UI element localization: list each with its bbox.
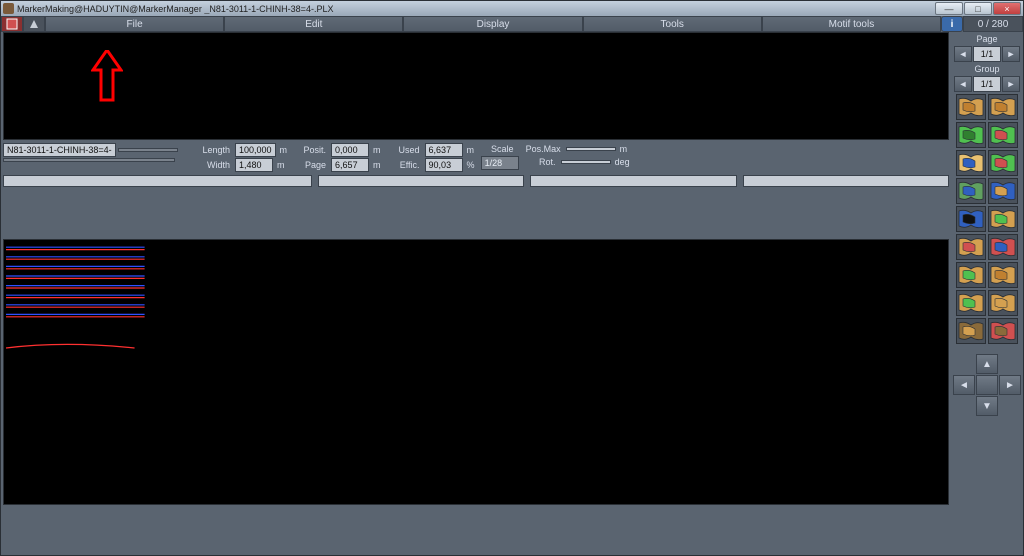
marker-name-suffix	[118, 148, 178, 152]
select-icon[interactable]	[956, 318, 986, 344]
dpad-center[interactable]	[976, 375, 998, 395]
marker-desc[interactable]	[3, 158, 175, 162]
menu-bar: File Edit Display Tools Motif tools i 0 …	[1, 16, 1023, 32]
effic-value: 90,03	[425, 158, 463, 172]
toolbar-icon-2[interactable]	[23, 16, 45, 32]
page-prev-button[interactable]: ◄	[954, 46, 972, 62]
status-bar-4	[743, 175, 949, 187]
page-next-button[interactable]: ►	[1002, 46, 1020, 62]
rot-unit: deg	[613, 156, 632, 168]
menu-edit[interactable]: Edit	[224, 16, 403, 32]
zoomfit-icon[interactable]	[988, 178, 1018, 204]
pagelen-value[interactable]: 6,657	[331, 158, 369, 172]
pagelen-unit: m	[371, 159, 383, 171]
right-sidebar: Page ◄ 1/1 ► Group ◄ 1/1 ► ▲ ◄ ► ▼	[951, 32, 1023, 555]
pan-icon[interactable]	[956, 122, 986, 148]
menu-file[interactable]: File	[45, 16, 224, 32]
marker-name: N81-3011-1-CHINH-38=4-	[3, 143, 116, 157]
used-label: Used	[387, 144, 423, 156]
pieces2-icon[interactable]	[988, 290, 1018, 316]
info-panel: N81-3011-1-CHINH-38=4- Length100,000m Wi…	[3, 142, 949, 173]
posmax-label: Pos.Max	[523, 143, 564, 155]
window-titlebar[interactable]: MarkerMaking@HADUYTIN@MarkerManager _N81…	[1, 1, 1023, 16]
move-icon[interactable]	[988, 122, 1018, 148]
group-prev-button[interactable]: ◄	[954, 76, 972, 92]
pieces-icon[interactable]	[956, 290, 986, 316]
info-icon[interactable]: i	[941, 16, 963, 32]
tool-palette	[956, 94, 1018, 344]
dpad-down[interactable]: ▼	[976, 396, 998, 416]
page-indicator: 1/1	[973, 46, 1001, 62]
posmax-value[interactable]	[566, 147, 616, 151]
status-bar-2	[318, 175, 524, 187]
group-indicator: 1/1	[973, 76, 1001, 92]
group-nav-label: Group	[974, 64, 999, 74]
flip-icon[interactable]	[988, 206, 1018, 232]
piece-counter: 0 / 280	[963, 16, 1023, 32]
used-unit: m	[465, 144, 477, 156]
used-value: 6,637	[425, 143, 463, 157]
rot-label: Rot.	[523, 156, 559, 168]
group-next-button[interactable]: ►	[1002, 76, 1020, 92]
dpad-left[interactable]: ◄	[953, 375, 975, 395]
overview-viewport[interactable]	[3, 32, 949, 140]
menu-motif-tools[interactable]: Motif tools	[762, 16, 941, 32]
menu-tools[interactable]: Tools	[583, 16, 762, 32]
menu-display[interactable]: Display	[403, 16, 582, 32]
align-icon[interactable]	[956, 234, 986, 260]
effic-unit: %	[465, 159, 477, 171]
page-nav-label: Page	[976, 34, 997, 44]
dpad-up[interactable]: ▲	[976, 354, 998, 374]
dpad-right[interactable]: ►	[999, 375, 1021, 395]
maximize-button[interactable]: □	[964, 2, 992, 15]
posit-label: Posit.	[293, 144, 329, 156]
status-bar-1	[3, 175, 312, 187]
scale-label: Scale	[481, 143, 517, 155]
posit-unit: m	[371, 144, 383, 156]
posit-value[interactable]: 0,000	[331, 143, 369, 157]
zoom-icon[interactable]	[956, 178, 986, 204]
swap-icon[interactable]	[988, 150, 1018, 176]
app-icon	[3, 3, 14, 14]
rotate-icon[interactable]	[956, 262, 986, 288]
rot-value[interactable]	[561, 160, 611, 164]
effic-label: Effic.	[387, 159, 423, 171]
window-title: MarkerMaking@HADUYTIN@MarkerManager _N81…	[17, 4, 935, 14]
nest-icon[interactable]	[956, 94, 986, 120]
marker-viewport[interactable]	[3, 239, 949, 505]
scale-value: 1/28	[481, 156, 519, 170]
width-value[interactable]: 1,480	[235, 158, 273, 172]
pagelen-label: Page	[293, 159, 329, 171]
length-label: Length	[197, 144, 233, 156]
width-unit: m	[275, 159, 287, 171]
length-unit: m	[278, 144, 290, 156]
minimize-button[interactable]: —	[935, 2, 963, 15]
width-label: Width	[197, 159, 233, 171]
nest2-icon[interactable]	[988, 94, 1018, 120]
overlap-icon[interactable]	[988, 234, 1018, 260]
group-icon[interactable]	[988, 262, 1018, 288]
close-button[interactable]: ×	[993, 2, 1021, 15]
length-value[interactable]: 100,000	[235, 143, 276, 157]
posmax-unit: m	[618, 143, 630, 155]
shoe-icon[interactable]	[956, 150, 986, 176]
delete-icon[interactable]	[988, 318, 1018, 344]
toolbar-icon-1[interactable]	[1, 16, 23, 32]
magnify-icon[interactable]	[956, 206, 986, 232]
dpad: ▲ ◄ ► ▼	[953, 354, 1021, 416]
status-bar-3	[530, 175, 736, 187]
